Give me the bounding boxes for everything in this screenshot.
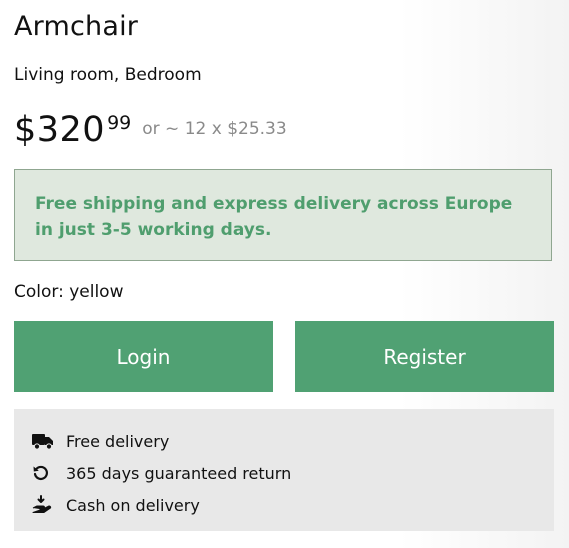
login-button[interactable]: Login <box>14 321 273 392</box>
shipping-notice: Free shipping and express delivery acros… <box>14 169 552 261</box>
register-button[interactable]: Register <box>295 321 554 392</box>
feature-item-cash: Cash on delivery <box>32 489 554 521</box>
feature-label: Cash on delivery <box>66 495 200 515</box>
feature-label: Free delivery <box>66 431 170 451</box>
feature-item-return: 365 days guaranteed return <box>32 457 554 489</box>
color-label: Color: yellow <box>14 282 124 302</box>
feature-item-free-delivery: Free delivery <box>32 425 554 457</box>
features-box: Free delivery 365 days guaranteed return… <box>14 409 554 531</box>
feature-label: 365 days guaranteed return <box>66 463 292 483</box>
price-row: $320 99 or ~ 12 x $25.33 <box>14 108 287 152</box>
cash-hand-icon <box>32 495 54 515</box>
return-icon <box>32 463 54 483</box>
product-title: Armchair <box>14 11 139 42</box>
product-category: Living room, Bedroom <box>14 65 202 85</box>
truck-icon <box>32 431 54 451</box>
installment-price: or ~ 12 x $25.33 <box>142 119 287 139</box>
price-cents: 99 <box>107 112 132 134</box>
price-main: $320 <box>14 110 106 150</box>
